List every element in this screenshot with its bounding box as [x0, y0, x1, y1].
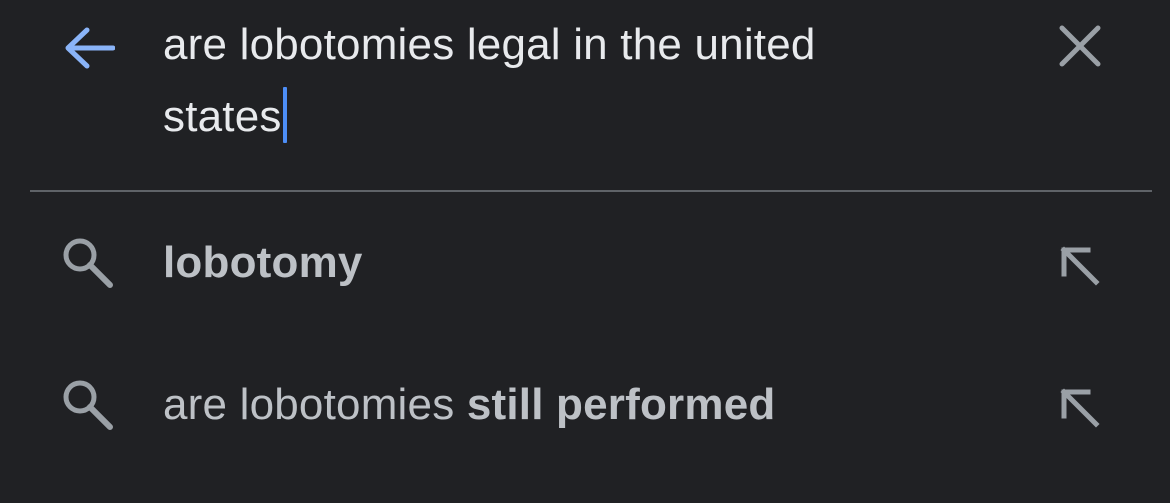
arrow-up-left-icon[interactable] — [1050, 378, 1110, 438]
text-cursor — [282, 87, 287, 143]
arrow-up-left-icon[interactable] — [1050, 236, 1110, 296]
divider — [30, 190, 1152, 192]
suggestion-bold: lobotomy — [163, 238, 363, 287]
search-icon — [63, 380, 113, 430]
search-icon — [63, 238, 113, 288]
clear-button[interactable] — [1052, 18, 1108, 74]
search-query-line2: states — [163, 92, 282, 141]
suggestion-item[interactable]: are lobotomies still performed — [0, 342, 1170, 462]
search-bar: are lobotomies legal in the united state… — [0, 0, 1170, 192]
search-input[interactable]: are lobotomies legal in the united state… — [163, 9, 983, 153]
close-icon — [1059, 25, 1101, 67]
arrow-back-icon — [65, 27, 115, 69]
suggestion-prefix: are lobotomies — [163, 380, 467, 429]
suggestion-bold: still performed — [466, 380, 776, 429]
suggestion-text: are lobotomies still performed — [163, 377, 775, 433]
suggestion-item[interactable]: lobotomy — [0, 200, 1170, 320]
suggestion-text: lobotomy — [163, 235, 363, 291]
back-button[interactable] — [56, 16, 122, 80]
search-query-line1: are lobotomies legal in the united — [163, 20, 816, 69]
